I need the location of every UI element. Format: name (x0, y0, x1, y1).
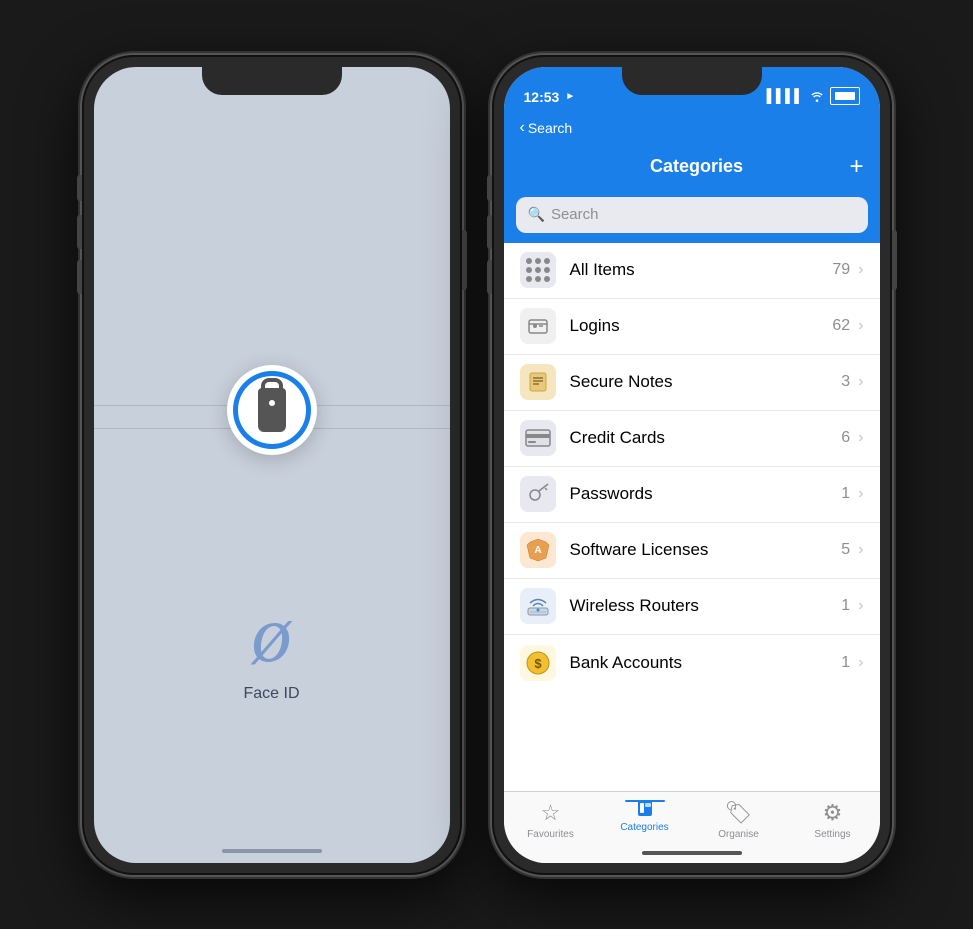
favourites-label: Favourites (527, 829, 574, 840)
power-button[interactable] (462, 230, 467, 290)
credit-cards-count: 6 (841, 429, 850, 447)
tab-settings[interactable]: ⚙ Settings (786, 800, 880, 840)
settings-icon: ⚙ (823, 800, 843, 826)
wireless-routers-label: Wireless Routers (570, 596, 842, 616)
notch-right (622, 67, 762, 95)
list-item-bank-accounts[interactable]: $ Bank Accounts 1 › (504, 635, 880, 691)
right-screen: 12:53 ► ▌▌▌▌ ‹ Search Categori (504, 67, 880, 863)
page-title: Categories (544, 156, 850, 177)
home-indicator-right (642, 851, 742, 855)
software-licenses-chevron: › (858, 541, 863, 559)
back-chevron-icon: ‹ (520, 119, 525, 137)
right-power-button[interactable] (892, 230, 897, 290)
settings-label: Settings (814, 829, 850, 840)
nav-back-bar: ‹ Search (504, 111, 880, 145)
add-button[interactable]: + (849, 153, 863, 181)
list-item-all-items[interactable]: All Items 79 › (504, 243, 880, 299)
software-licenses-count: 5 (841, 541, 850, 559)
passwords-label: Passwords (570, 484, 842, 504)
faceid-area[interactable]: ø Face ID (243, 595, 299, 703)
credit-cards-icon (520, 420, 556, 456)
notch-left (202, 67, 342, 95)
categories-list: All Items 79 › Logins 62 › (504, 243, 880, 791)
faceid-icon: ø (251, 595, 291, 675)
logo-lock-icon (258, 388, 286, 432)
left-screen-content: ø Face ID (94, 67, 450, 863)
list-item-secure-notes[interactable]: Secure Notes 3 › (504, 355, 880, 411)
tab-categories[interactable]: Categories (598, 800, 692, 833)
logo-blue-ring (233, 371, 311, 449)
logins-label: Logins (570, 316, 833, 336)
organise-icon: 🏷 (725, 800, 753, 826)
list-item-credit-cards[interactable]: Credit Cards 6 › (504, 411, 880, 467)
bank-accounts-count: 1 (841, 654, 850, 672)
all-items-count: 79 (832, 261, 850, 279)
search-bar[interactable]: 🔍 Search (516, 197, 868, 233)
passwords-count: 1 (841, 485, 850, 503)
categories-icon (634, 797, 656, 819)
list-item-passwords[interactable]: Passwords 1 › (504, 467, 880, 523)
search-placeholder: Search (551, 206, 599, 223)
status-icons: ▌▌▌▌ (767, 87, 860, 105)
favourites-icon: ☆ (541, 800, 561, 826)
svg-text:$: $ (534, 656, 542, 671)
secure-notes-label: Secure Notes (570, 372, 842, 392)
left-screen: ø Face ID (94, 67, 450, 863)
all-items-icon (520, 252, 556, 288)
faceid-label: Face ID (243, 685, 299, 703)
home-indicator-left (222, 849, 322, 853)
wireless-routers-icon (520, 588, 556, 624)
organise-label: Organise (718, 829, 759, 840)
all-items-label: All Items (570, 260, 833, 280)
search-icon: 🔍 (528, 206, 545, 223)
right-vol-up-button[interactable] (487, 215, 492, 249)
all-items-chevron: › (858, 261, 863, 279)
svg-text:A: A (534, 545, 541, 556)
list-item-software-licenses[interactable]: A Software Licenses 5 › (504, 523, 880, 579)
wireless-routers-count: 1 (841, 597, 850, 615)
bank-accounts-icon: $ (520, 645, 556, 681)
logins-count: 62 (832, 317, 850, 335)
signal-icon: ▌▌▌▌ (767, 88, 804, 103)
logins-chevron: › (858, 317, 863, 335)
secure-notes-chevron: › (858, 373, 863, 391)
wifi-icon (809, 90, 825, 102)
right-vol-down-button[interactable] (487, 260, 492, 294)
time-text: 12:53 (524, 89, 560, 105)
right-silent-button[interactable] (487, 175, 492, 201)
status-time: 12:53 ► (524, 89, 576, 105)
passwords-chevron: › (858, 485, 863, 503)
credit-cards-chevron: › (858, 429, 863, 447)
secure-notes-count: 3 (841, 373, 850, 391)
software-licenses-label: Software Licenses (570, 540, 842, 560)
passwords-icon (520, 476, 556, 512)
bank-accounts-chevron: › (858, 654, 863, 672)
software-licenses-icon: A (520, 532, 556, 568)
search-bar-container: 🔍 Search (504, 189, 880, 243)
logo-outer-ring (227, 365, 317, 455)
right-phone: 12:53 ► ▌▌▌▌ ‹ Search Categori (492, 55, 892, 875)
secure-notes-icon (520, 364, 556, 400)
tab-organise[interactable]: 🏷 Organise (692, 800, 786, 840)
list-item-logins[interactable]: Logins 62 › (504, 299, 880, 355)
wireless-routers-chevron: › (858, 597, 863, 615)
title-bar: Categories + (504, 145, 880, 189)
battery-icon (830, 87, 860, 105)
left-phone: ø Face ID (82, 55, 462, 875)
back-button[interactable]: ‹ Search (520, 119, 573, 137)
bank-accounts-label: Bank Accounts (570, 653, 842, 673)
list-item-wireless-routers[interactable]: Wireless Routers 1 › (504, 579, 880, 635)
tab-favourites[interactable]: ☆ Favourites (504, 800, 598, 840)
silent-button[interactable] (77, 175, 82, 201)
logins-icon (520, 308, 556, 344)
app-logo (227, 365, 317, 455)
location-icon: ► (565, 91, 575, 102)
vol-down-button[interactable] (77, 260, 82, 294)
back-label: Search (528, 120, 572, 136)
credit-cards-label: Credit Cards (570, 428, 842, 448)
vol-up-button[interactable] (77, 215, 82, 249)
categories-label: Categories (620, 822, 668, 833)
